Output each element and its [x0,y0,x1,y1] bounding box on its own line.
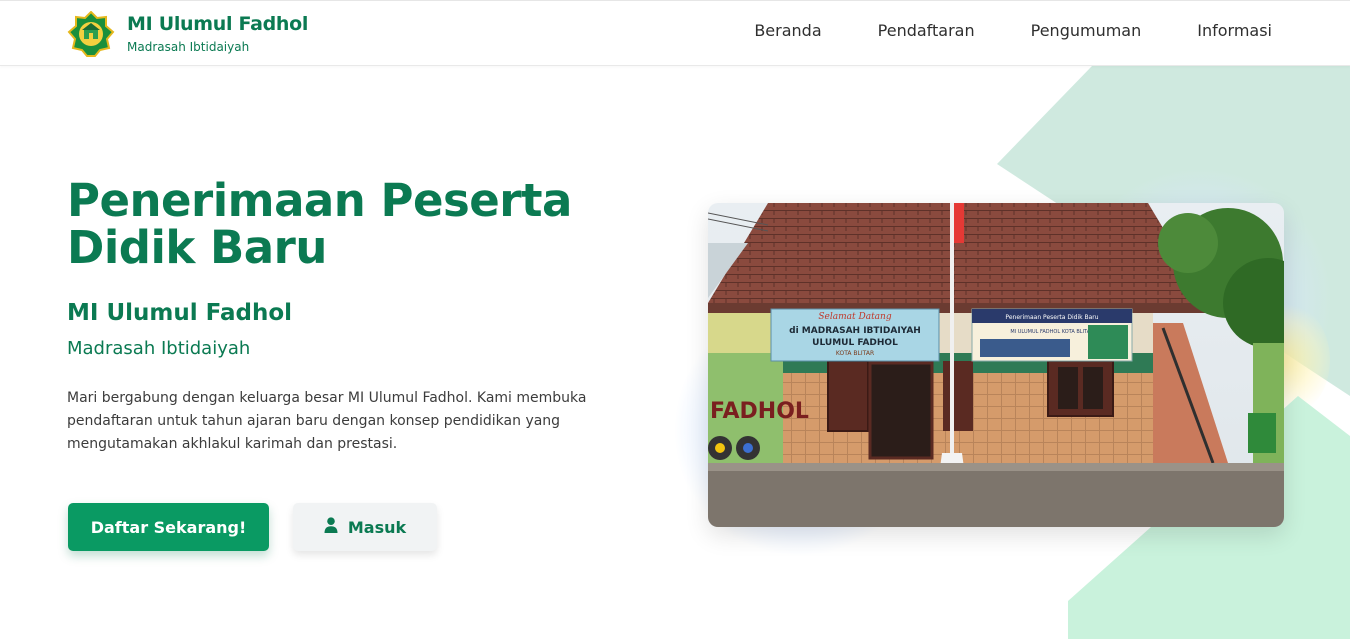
hero-title-line-1: Penerimaan Peserta [67,174,572,227]
nav-item-informasi[interactable]: Informasi [1197,21,1272,40]
brand-subtitle: Madrasah Ibtidaiyah [127,40,250,54]
login-label: Masuk [347,517,407,537]
nav-item-beranda[interactable]: Beranda [754,21,821,40]
school-emblem-icon[interactable] [67,10,115,57]
school-type: Madrasah Ibtidaiyah [67,338,251,359]
nav-item-pengumuman[interactable]: Pengumuman [1031,21,1142,40]
register-now-label: Daftar Sekarang! [90,517,247,537]
brand-name[interactable]: MI Ulumul Fadhol [127,13,308,35]
user-icon [324,517,338,537]
register-now-button[interactable]: Daftar Sekarang! [68,503,269,551]
login-button[interactable]: Masuk [293,503,437,551]
school-name: MI Ulumul Fadhol [67,300,293,326]
nav-item-pendaftaran[interactable]: Pendaftaran [878,21,975,40]
banner-left-line-2: di MADRASAH IBTIDAIYAH [789,326,921,336]
banner-left-line-4: KOTA BLITAR [836,350,874,357]
banner-right-line-1: Penerimaan Peserta Didik Baru [1005,314,1098,321]
hero-description: Mari bergabung dengan keluarga besar MI … [67,390,587,452]
banner-left-line-3: ULUMUL FADHOL [812,338,898,348]
wall-text: FADHOL [710,399,809,424]
hero-title: Penerimaan Peserta Didik Baru [67,177,627,271]
banner-right-line-2: MI ULUMUL FADHOL KOTA BLITAR [1010,329,1094,335]
school-building-photo: Selamat Datang di MADRASAH IBTIDAIYAH UL… [708,203,1284,527]
hero-title-line-2: Didik Baru [67,221,327,274]
site-header: MI Ulumul Fadhol Madrasah Ibtidaiyah Ber… [0,0,1350,66]
banner-left-line-1: Selamat Datang [818,312,891,322]
main-nav: Beranda Pendaftaran Pengumuman Informasi [698,21,1272,40]
